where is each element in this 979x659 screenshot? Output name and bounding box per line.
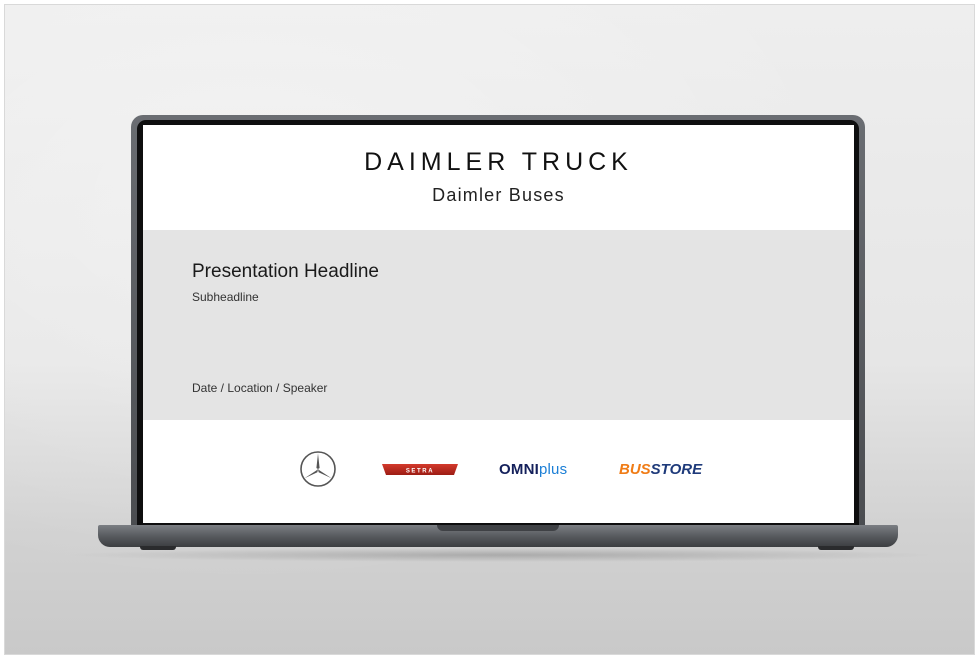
laptop-shadow [60, 548, 940, 562]
presentation-subheadline: Subheadline [192, 290, 259, 304]
omniplus-logo-accent: plus [538, 461, 568, 478]
date-location-speaker: Date / Location / Speaker [192, 381, 328, 395]
mercedes-star-logo [300, 451, 336, 487]
busstore-logo-main: BUS [619, 461, 651, 478]
setra-logo-text: SETRA [406, 469, 434, 475]
brand-title: DAIMLER TRUCK [364, 148, 633, 176]
busstore-logo-accent: STORE [650, 461, 703, 478]
laptop-hinge-notch [437, 525, 559, 531]
laptop-screen: DAIMLER TRUCK Daimler Buses Presentation… [143, 125, 854, 523]
brand-header: DAIMLER TRUCK Daimler Buses [143, 125, 854, 230]
setra-logo: SETRA [382, 464, 458, 475]
laptop-foot-right [818, 546, 854, 550]
presentation-headline: Presentation Headline [192, 261, 379, 282]
brand-subtitle: Daimler Buses [432, 185, 565, 205]
laptop-foot-left [140, 546, 176, 550]
omniplus-logo: OMNIplus [499, 461, 567, 478]
busstore-logo: BUSSTORE [619, 461, 702, 478]
omniplus-logo-main: OMNI [499, 461, 539, 478]
